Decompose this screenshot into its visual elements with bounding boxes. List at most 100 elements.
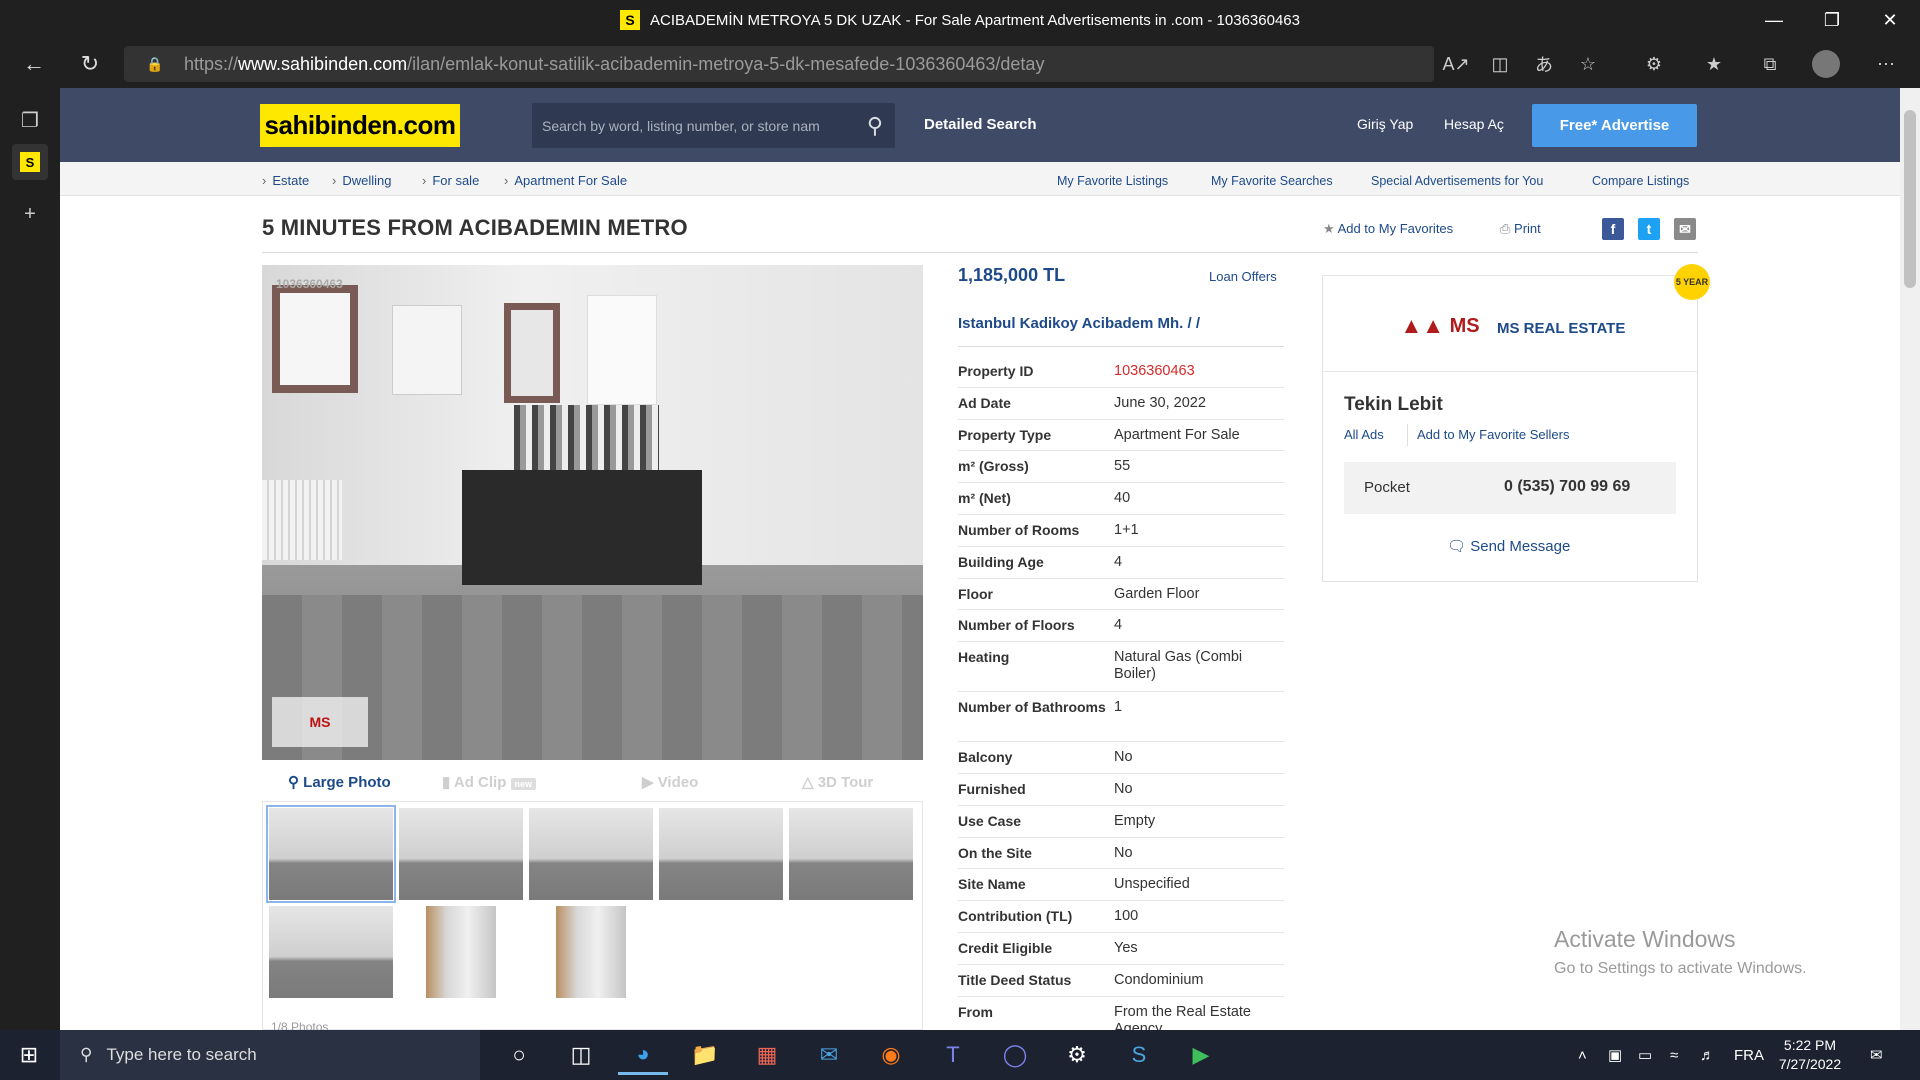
- my-favorite-listings-link[interactable]: My Favorite Listings: [1057, 174, 1168, 188]
- twitter-icon[interactable]: t: [1638, 218, 1660, 240]
- settings-icon[interactable]: ⚙: [1052, 1035, 1102, 1075]
- mail-icon[interactable]: ✉: [804, 1035, 854, 1075]
- five-year-badge-icon: 5 YEAR: [1674, 264, 1710, 300]
- compare-listings-link[interactable]: Compare Listings: [1592, 174, 1689, 188]
- tab-large-photo[interactable]: ⚲ Large Photo: [288, 773, 391, 791]
- task-view-icon[interactable]: ◫: [556, 1035, 606, 1075]
- my-favorite-searches-link[interactable]: My Favorite Searches: [1211, 174, 1333, 188]
- free-advertise-button[interactable]: Free* Advertise: [1532, 104, 1697, 147]
- login-link[interactable]: Giriş Yap: [1357, 116, 1413, 132]
- detail-row: Contribution (TL) 100: [958, 901, 1284, 933]
- thumbnail-5[interactable]: [789, 808, 913, 900]
- detail-row: Number of Floors 4: [958, 610, 1284, 642]
- detail-value: Unspecified: [1114, 876, 1190, 892]
- phone-number[interactable]: 0 (535) 700 99 69: [1504, 478, 1630, 496]
- taskbar-search[interactable]: ⚲ Type here to search: [60, 1030, 480, 1080]
- detail-key: Number of Floors: [958, 617, 1075, 633]
- store-name[interactable]: MS REAL ESTATE: [1497, 320, 1625, 337]
- profile-avatar-icon[interactable]: [1812, 50, 1840, 78]
- collections-icon[interactable]: ⧉: [1754, 48, 1786, 80]
- breadcrumb-estate[interactable]: Estate: [262, 173, 309, 188]
- special-ads-link[interactable]: Special Advertisements for You: [1371, 174, 1543, 188]
- read-aloud-icon[interactable]: A↗: [1440, 48, 1472, 80]
- close-icon[interactable]: ✕: [1862, 0, 1918, 40]
- restore-icon[interactable]: ❐: [1804, 0, 1860, 40]
- tab-actions-icon[interactable]: ❐: [12, 102, 48, 138]
- print-link[interactable]: ⎙ Print: [1500, 221, 1541, 237]
- refresh-icon[interactable]: ↻: [66, 40, 114, 88]
- firefox-icon[interactable]: ◉: [866, 1035, 916, 1075]
- detail-key: Number of Bathrooms: [958, 699, 1106, 715]
- file-explorer-icon[interactable]: 📁: [680, 1035, 730, 1075]
- teams-classic-icon[interactable]: ◯: [990, 1035, 1040, 1075]
- detail-key: Property Type: [958, 427, 1052, 443]
- detail-key: Site Name: [958, 876, 1026, 892]
- cortana-icon[interactable]: ○: [494, 1035, 544, 1075]
- minimize-icon[interactable]: —: [1746, 0, 1802, 40]
- windows-start-icon[interactable]: ⊞: [0, 1030, 58, 1080]
- translate-icon[interactable]: あ: [1528, 48, 1560, 80]
- detail-value: Condominium: [1114, 972, 1204, 988]
- loan-offers-link[interactable]: Loan Offers: [1209, 269, 1277, 284]
- listing-price: 1,185,000 TL: [958, 265, 1066, 285]
- more-menu-icon[interactable]: ⋯: [1870, 48, 1902, 80]
- language-indicator[interactable]: FRA: [1734, 1030, 1764, 1080]
- media-tabs: ⚲ Large Photo ▮ Ad Clip new ▶ Video △ 3D…: [262, 760, 923, 802]
- page-scrollbar[interactable]: [1900, 88, 1920, 1030]
- add-favorite-seller-link[interactable]: Add to My Favorite Sellers: [1417, 427, 1569, 442]
- thumbnail-1[interactable]: [266, 805, 396, 903]
- send-message-link[interactable]: 🗨 Send Message: [1447, 537, 1570, 555]
- notifications-icon[interactable]: ✉: [1870, 1030, 1883, 1080]
- edge-icon[interactable]: ◕: [618, 1035, 668, 1075]
- wifi-icon[interactable]: ≈: [1670, 1030, 1678, 1080]
- detail-value: 40: [1114, 490, 1131, 506]
- new-tab-icon[interactable]: +: [12, 196, 48, 232]
- thumbnail-3[interactable]: [529, 808, 653, 900]
- thumbnail-2[interactable]: [399, 808, 523, 900]
- teams-icon[interactable]: T: [928, 1035, 978, 1075]
- battery-icon[interactable]: ▭: [1638, 1030, 1652, 1080]
- thumbnail-8[interactable]: [556, 906, 626, 998]
- tray-chevron-icon[interactable]: ˄: [1578, 1030, 1587, 1080]
- email-icon[interactable]: ✉: [1674, 218, 1696, 240]
- detailed-search-link[interactable]: Detailed Search: [924, 116, 1037, 133]
- extensions-icon[interactable]: ⚙: [1638, 48, 1670, 80]
- scrollbar-thumb[interactable]: [1904, 110, 1916, 288]
- detail-key: m² (Gross): [958, 458, 1029, 474]
- store-icon[interactable]: ▦: [742, 1035, 792, 1075]
- breadcrumb-apartment[interactable]: Apartment For Sale: [504, 173, 627, 188]
- breadcrumb-dwelling[interactable]: Dwelling: [332, 173, 391, 188]
- breadcrumb-for-sale[interactable]: For sale: [422, 173, 479, 188]
- volume-icon[interactable]: ♬: [1700, 1030, 1715, 1080]
- signup-link[interactable]: Hesap Aç: [1444, 116, 1504, 132]
- detail-row: Balcony No: [958, 742, 1284, 774]
- lock-icon: 🔒: [146, 55, 164, 72]
- detail-value: Garden Floor: [1114, 586, 1200, 602]
- thumbnail-4[interactable]: [659, 808, 783, 900]
- search-icon[interactable]: ⚲: [867, 113, 883, 139]
- back-icon[interactable]: ←: [10, 40, 58, 88]
- immersive-reader-icon[interactable]: ◫: [1484, 48, 1516, 80]
- search-input[interactable]: Search by word, listing number, or store…: [532, 103, 895, 148]
- media-player-icon[interactable]: ▶: [1176, 1035, 1226, 1075]
- store-logo-box[interactable]: ▲▲ MS MS REAL ESTATE: [1323, 276, 1697, 372]
- detail-value: From the Real Estate Agency: [1114, 1004, 1251, 1030]
- thumbnail-6[interactable]: [269, 906, 393, 998]
- facebook-icon[interactable]: f: [1602, 218, 1624, 240]
- all-ads-link[interactable]: All Ads: [1344, 427, 1384, 442]
- listing-location[interactable]: Istanbul Kadikoy Acibadem Mh. / /: [958, 315, 1200, 332]
- clock[interactable]: 5:22 PM 7/27/2022: [1762, 1036, 1858, 1074]
- add-to-favorites-link[interactable]: ★ Add to My Favorites: [1323, 221, 1453, 237]
- favorites-icon[interactable]: ★: [1698, 48, 1730, 80]
- meet-now-icon[interactable]: ▣: [1608, 1030, 1622, 1080]
- detail-key: Floor: [958, 586, 993, 602]
- site-logo[interactable]: sahibinden.com: [260, 104, 460, 147]
- star-icon: ★: [1323, 221, 1335, 236]
- main-photo[interactable]: 1036360463 MS: [262, 265, 923, 760]
- address-bar[interactable]: 🔒 https://www.sahibinden.com/ilan/emlak-…: [124, 46, 1434, 82]
- sahibinden-tab-icon[interactable]: S: [12, 144, 48, 180]
- add-favorite-icon[interactable]: ☆: [1572, 48, 1604, 80]
- detail-key: Property ID: [958, 363, 1034, 379]
- app-s-icon[interactable]: S: [1114, 1035, 1164, 1075]
- thumbnail-7[interactable]: [426, 906, 496, 998]
